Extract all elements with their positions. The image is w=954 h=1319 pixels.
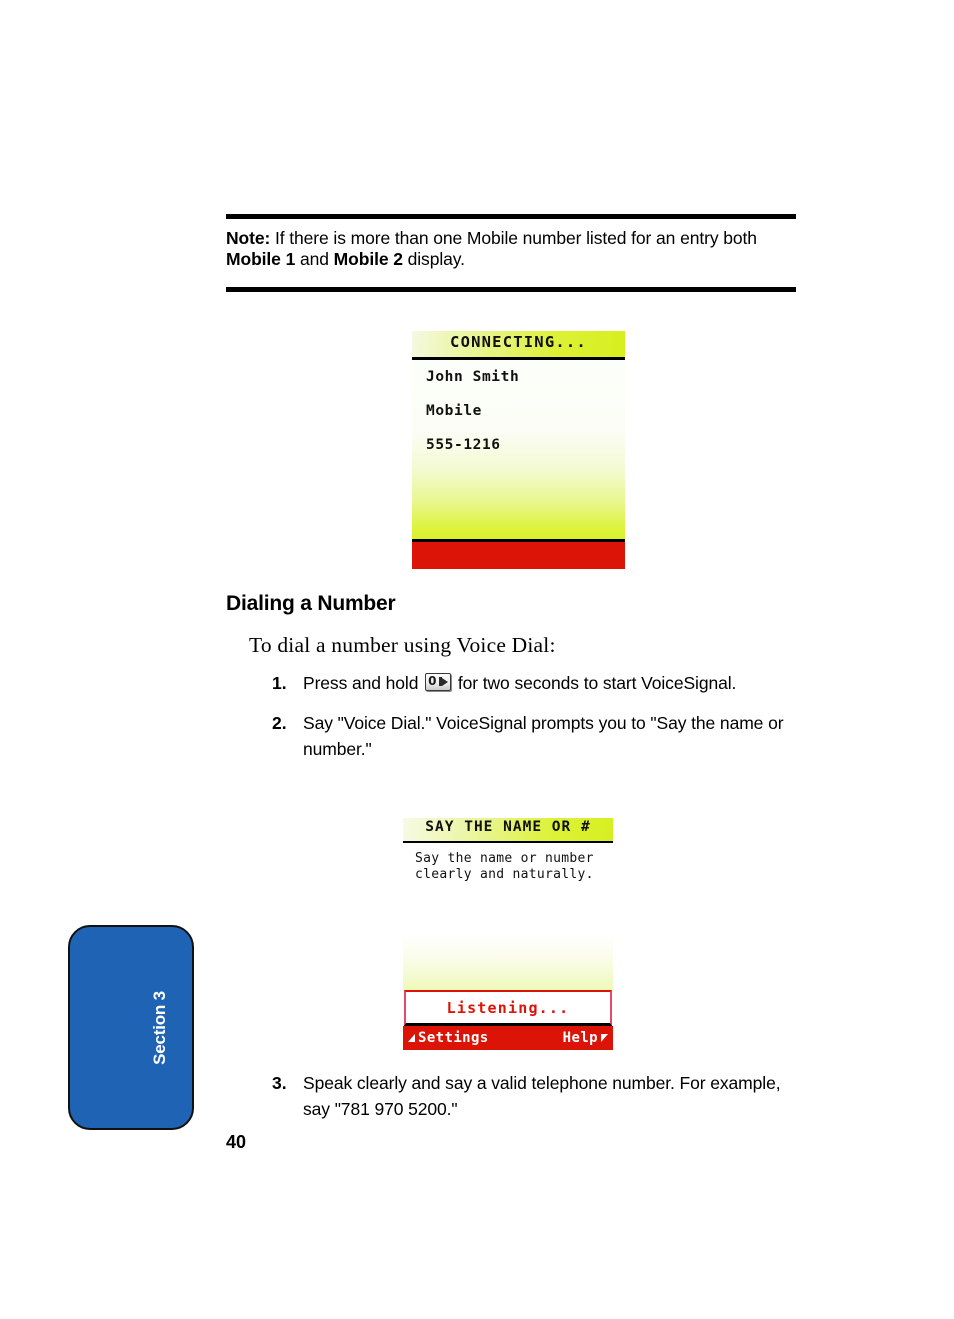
screen1-title: CONNECTING... — [450, 333, 587, 351]
screen2-listening-box: Listening... — [404, 990, 612, 1026]
screen2-prompt-line-1: Say the name or number — [415, 851, 594, 866]
screen2-softkey-bar: Settings Help — [403, 1026, 613, 1050]
screen2-title: SAY THE NAME OR # — [425, 819, 591, 835]
screen1-title-bar: CONNECTING... — [412, 331, 625, 360]
note-conjunction: and — [295, 249, 334, 269]
step-number: 3. — [272, 1073, 287, 1093]
note-bold-mobile-1: Mobile 1 — [226, 249, 296, 269]
screen2-title-bar: SAY THE NAME OR # — [403, 818, 613, 843]
screen1-number-type: Mobile — [426, 403, 482, 419]
softkey-help[interactable]: Help — [563, 1030, 608, 1046]
screen2-body: Say the name or number clearly and natur… — [403, 843, 613, 990]
step-item: 3. Speak clearly and say a valid telepho… — [272, 1070, 802, 1122]
section-thumb-tab: Section 3 — [68, 925, 194, 1130]
triangle-right-icon — [601, 1034, 608, 1042]
section-tab-label: Section 3 — [150, 990, 169, 1065]
phone-screenshot-say-the-name: SAY THE NAME OR # Say the name or number… — [403, 818, 613, 1056]
step-text: Speak clearly and say a valid telephone … — [303, 1073, 781, 1119]
screen2-prompt-line-2: clearly and naturally. — [415, 867, 594, 882]
softkey-settings-label: Settings — [418, 1030, 489, 1046]
note-body-1: If there is more than one Mobile number … — [270, 228, 757, 248]
screen1-body: John Smith Mobile 555-1216 — [412, 360, 625, 542]
voice-key-speaker — [442, 678, 449, 686]
screen2-listening-status: Listening... — [446, 998, 570, 1017]
step-1-text-after: for two seconds to start VoiceSignal. — [453, 673, 737, 693]
note-body-2: display. — [402, 249, 465, 269]
procedure-steps-1-2: 1. Press and hold 0 for two seconds to s… — [272, 670, 802, 776]
triangle-left-icon — [408, 1034, 415, 1042]
voice-key-digit: 0 — [428, 674, 437, 688]
note-bold-mobile-2: Mobile 2 — [333, 249, 403, 269]
note-text: Note: If there is more than one Mobile n… — [226, 219, 796, 270]
screen1-softkey-bar — [412, 542, 625, 569]
step-text: Press and hold 0 for two seconds to star… — [303, 670, 736, 696]
step-item: 2. Say "Voice Dial." VoiceSignal prompts… — [272, 710, 802, 762]
note-rule-bottom — [226, 287, 796, 292]
intro-sentence: To dial a number using Voice Dial: — [249, 633, 556, 657]
step-1-text-before: Press and hold — [303, 673, 424, 693]
softkey-settings[interactable]: Settings — [408, 1030, 489, 1046]
voice-key-icon: 0 — [425, 673, 452, 691]
step-number: 2. — [272, 713, 287, 733]
screen1-contact-name: John Smith — [426, 369, 520, 385]
page-heading-dialing-a-number: Dialing a Number — [226, 592, 396, 615]
phone-screenshot-connecting: CONNECTING... John Smith Mobile 555-1216 — [412, 331, 625, 572]
page-number: 40 — [226, 1132, 247, 1152]
step-text: Say "Voice Dial." VoiceSignal prompts yo… — [303, 713, 784, 759]
note-callout: Note: If there is more than one Mobile n… — [226, 214, 796, 292]
step-item: 1. Press and hold 0 for two seconds to s… — [272, 670, 802, 696]
screen1-phone-number: 555-1216 — [426, 437, 501, 453]
softkey-help-label: Help — [562, 1030, 598, 1046]
procedure-steps-3: 3. Speak clearly and say a valid telepho… — [272, 1070, 802, 1136]
step-number: 1. — [272, 673, 287, 693]
note-label: Note: — [226, 228, 271, 248]
